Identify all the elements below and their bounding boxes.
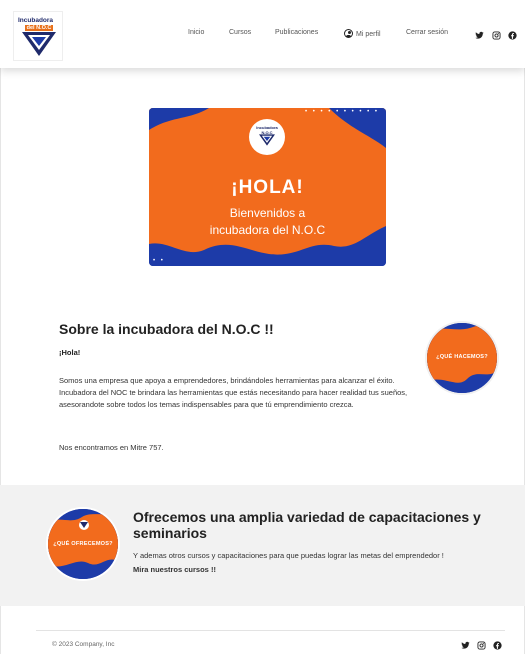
nav-mi-perfil[interactable]: Mi perfil xyxy=(344,29,381,38)
instagram-icon[interactable] xyxy=(477,641,486,650)
twitter-icon[interactable] xyxy=(475,31,484,40)
nav-menu: Inicio Cursos Publicaciones Mi perfil Ce… xyxy=(0,29,525,41)
decor-dots-top: • • • • • • • • • • xyxy=(305,109,380,115)
user-icon xyxy=(344,29,353,38)
nav-inicio[interactable]: Inicio xyxy=(188,29,204,36)
hero-title: ¡HOLA! xyxy=(231,177,304,198)
about-title: Sobre la incubadora del N.O.C !! xyxy=(59,321,274,337)
footer-copyright: © 2023 Company, Inc xyxy=(52,641,115,648)
offer-text: Y ademas otros cursos y capacitaciones p… xyxy=(133,551,444,560)
hero-logo-triangle-icon xyxy=(259,134,275,146)
mira-cursos-link[interactable]: Mira nuestros cursos !! xyxy=(133,565,216,574)
footer-divider xyxy=(36,630,505,631)
about-greeting: ¡Hola! xyxy=(59,348,81,357)
nav-cursos[interactable]: Cursos xyxy=(229,29,251,36)
nav-publicaciones[interactable]: Publicaciones xyxy=(275,29,318,36)
hero-subtitle: Bienvenidos a incubadora del N.O.C xyxy=(149,205,386,239)
offer-title: Ofrecemos una amplia variedad de capacit… xyxy=(133,509,481,541)
hero-banner: • • • • • • • • • • • • Incubadora N.O.C … xyxy=(149,108,386,266)
hero-subtitle-line1: Bienvenidos a xyxy=(229,206,306,220)
facebook-icon[interactable] xyxy=(493,641,502,650)
hero-subtitle-line2: incubadora del N.O.C xyxy=(209,223,326,237)
que-hacemos-image: ¿QUÉ HACEMOS? xyxy=(427,323,497,393)
about-description: Somos una empresa que apoya a emprendedo… xyxy=(59,376,408,409)
nav-mi-perfil-label: Mi perfil xyxy=(356,31,381,38)
navbar: Incubadora del N.O.C Inicio Cursos Publi… xyxy=(0,0,525,68)
nav-cerrar-sesion[interactable]: Cerrar sesión xyxy=(406,29,448,36)
offer-description: Y ademas otros cursos y capacitaciones p… xyxy=(133,549,453,576)
twitter-icon[interactable] xyxy=(461,641,470,650)
que-ofrecemos-image: ¿QUÉ OFRECEMOS? xyxy=(48,509,118,579)
hero-logo-badge: Incubadora N.O.C xyxy=(249,119,285,155)
decor-dots-bottom: • • xyxy=(153,258,165,264)
que-ofrecemos-label: ¿QUÉ OFRECEMOS? xyxy=(53,541,113,547)
que-hacemos-label: ¿QUÉ HACEMOS? xyxy=(436,354,488,360)
facebook-icon[interactable] xyxy=(508,31,517,40)
instagram-icon[interactable] xyxy=(492,31,501,40)
about-location: Nos encontramos en Mitre 757. xyxy=(59,443,164,452)
logo-text-line1: Incubadora xyxy=(18,17,54,24)
